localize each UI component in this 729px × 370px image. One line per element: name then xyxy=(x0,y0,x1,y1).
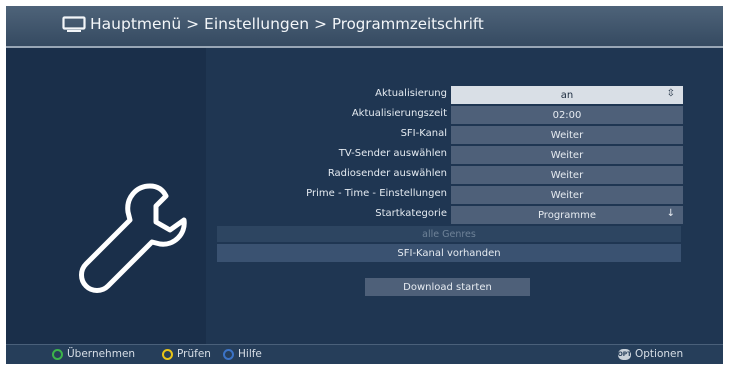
sfi-kanal-button[interactable]: Weiter xyxy=(451,126,683,144)
green-key-action[interactable]: Übernehmen xyxy=(52,348,135,360)
tv-sender-button[interactable]: Weiter xyxy=(451,146,683,164)
footer-bar: Übernehmen Prüfen Hilfe OPT Optionen xyxy=(6,344,723,364)
left-panel xyxy=(6,48,206,344)
green-key-label: Übernehmen xyxy=(67,348,136,360)
blue-button-icon xyxy=(223,348,234,360)
aktualisierungszeit-value[interactable]: 02:00 xyxy=(451,106,683,124)
tv-icon xyxy=(62,16,86,32)
aktualisierung-value[interactable]: an ⇳ xyxy=(451,86,683,104)
genres-field: alle Genres xyxy=(217,226,681,242)
yellow-key-action[interactable]: Prüfen xyxy=(162,348,211,360)
setting-row-prime-time: Prime - Time - Einstellungen Weiter xyxy=(207,186,723,204)
breadcrumb-settings[interactable]: Einstellungen xyxy=(204,15,309,33)
radiosender-button[interactable]: Weiter xyxy=(451,166,683,184)
yellow-key-label: Prüfen xyxy=(177,348,211,360)
wrench-icon xyxy=(79,183,187,293)
setting-label: Aktualisierungszeit xyxy=(351,108,447,119)
up-down-arrow-icon: ⇳ xyxy=(666,88,675,99)
setting-value-text: 02:00 xyxy=(552,109,582,121)
setting-row-radiosender: Radiosender auswählen Weiter xyxy=(207,166,723,184)
settings-panel: Aktualisierung an ⇳ Aktualisierungszeit … xyxy=(207,48,723,344)
breadcrumb-separator: > xyxy=(309,15,332,33)
down-arrow-icon: ↓ xyxy=(666,208,675,219)
setting-value-text: an xyxy=(560,89,574,101)
options-key-icon: OPT xyxy=(617,348,632,360)
breadcrumb: Hauptmenü > Einstellungen > Programmzeit… xyxy=(90,15,484,33)
setting-row-aktualisierung: Aktualisierung an ⇳ xyxy=(207,86,723,104)
startkategorie-select[interactable]: Programme ↓ xyxy=(451,206,683,224)
setting-value-text: Weiter xyxy=(550,169,584,181)
blue-key-action[interactable]: Hilfe xyxy=(223,348,262,360)
download-start-button[interactable]: Download starten xyxy=(365,278,530,296)
breadcrumb-separator: > xyxy=(181,15,205,33)
options-label: Optionen xyxy=(635,348,684,360)
setting-value-text: Weiter xyxy=(550,149,584,161)
setting-row-tv-sender: TV-Sender auswählen Weiter xyxy=(207,146,723,164)
options-action[interactable]: OPT Optionen xyxy=(618,348,683,360)
header-bar: Hauptmenü > Einstellungen > Programmzeit… xyxy=(6,6,723,48)
setting-row-startkategorie: Startkategorie Programme ↓ xyxy=(207,206,723,224)
setting-label: Aktualisierung xyxy=(375,88,447,99)
page-title: Programmzeitschrift xyxy=(331,15,484,33)
setting-label: TV-Sender auswählen xyxy=(338,148,447,159)
setting-value-text: Weiter xyxy=(550,129,584,141)
setting-value-text: Weiter xyxy=(550,189,584,201)
blue-key-label: Hilfe xyxy=(238,348,262,360)
menu-screen: Hauptmenü > Einstellungen > Programmzeit… xyxy=(6,6,723,364)
setting-value-text: Programme xyxy=(537,209,597,221)
yellow-button-icon xyxy=(162,348,173,360)
setting-label: Prime - Time - Einstellungen xyxy=(306,188,447,199)
green-button-icon xyxy=(52,348,63,360)
sfi-status-bar: SFI-Kanal vorhanden xyxy=(217,244,681,262)
setting-row-sfi-kanal: SFI-Kanal Weiter xyxy=(207,126,723,144)
setting-label: SFI-Kanal xyxy=(400,128,447,139)
breadcrumb-main-menu[interactable]: Hauptmenü xyxy=(90,15,181,33)
setting-row-aktualisierungszeit: Aktualisierungszeit 02:00 xyxy=(207,106,723,124)
setting-label: Radiosender auswählen xyxy=(327,168,447,179)
prime-time-button[interactable]: Weiter xyxy=(451,186,683,204)
setting-label: Startkategorie xyxy=(375,208,447,219)
